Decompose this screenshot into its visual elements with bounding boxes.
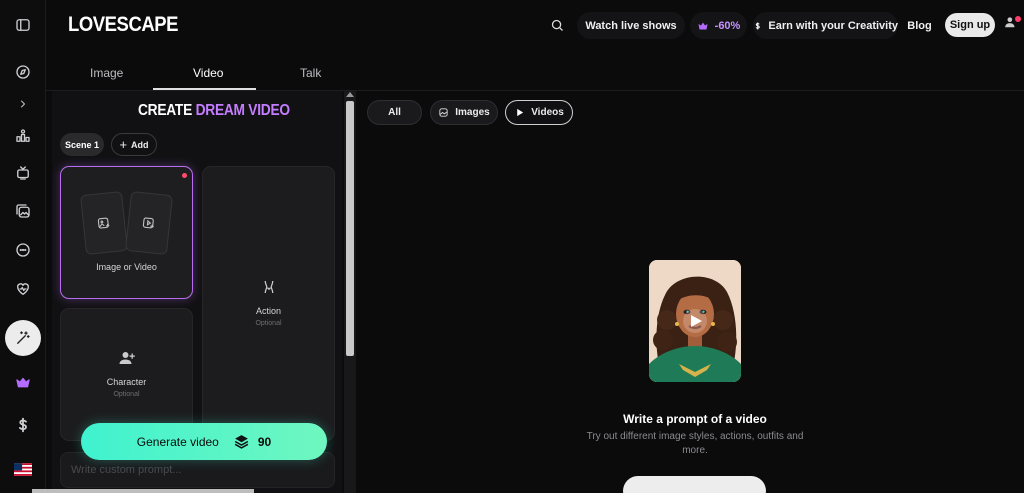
filter-all-label: All	[388, 107, 401, 118]
chevron-right-icon[interactable]	[0, 89, 46, 119]
image-or-video-label: Image or Video	[96, 262, 157, 272]
generate-video-label: Generate video	[136, 434, 219, 449]
filter-videos-label: Videos	[531, 107, 564, 118]
leaderboard-icon[interactable]	[0, 121, 46, 151]
tab-image[interactable]: Image	[90, 66, 123, 80]
tab-video[interactable]: Video	[193, 66, 223, 80]
panel-title: CREATE DREAM VIDEO	[138, 102, 290, 120]
required-dot	[182, 173, 187, 178]
filter-all[interactable]: All	[367, 100, 422, 125]
user-icon[interactable]	[1004, 15, 1024, 35]
crown-icon[interactable]	[0, 368, 46, 398]
panel-title-create: CREATE	[138, 102, 193, 119]
gallery-icon[interactable]	[0, 196, 46, 226]
panel-title-dream-video: DREAM VIDEO	[195, 102, 291, 119]
earn-button[interactable]: Earn with your Creativity	[753, 12, 898, 39]
empty-state-subtitle: Try out different image styles, actions,…	[586, 431, 804, 456]
image-or-video-card[interactable]: Image or Video	[60, 166, 193, 299]
sidebar-toggle-icon[interactable]	[0, 10, 46, 40]
sign-up-button[interactable]: Sign up	[945, 13, 995, 37]
tab-talk[interactable]: Talk	[300, 66, 321, 80]
blog-link[interactable]: Blog	[902, 12, 937, 39]
page-progress-bar	[32, 489, 254, 493]
logo[interactable]: LOVESCAPE	[68, 13, 178, 37]
watch-live-button[interactable]: Watch live shows	[577, 12, 685, 39]
video-upload-icon	[124, 190, 174, 256]
character-optional-label: Optional	[113, 391, 140, 398]
filter-images[interactable]: Images	[430, 100, 498, 125]
discount-button[interactable]: -60%	[690, 12, 747, 39]
notification-dot	[1015, 16, 1021, 22]
play-icon	[517, 108, 524, 117]
credits-badge: 90	[233, 433, 271, 450]
plus-icon: +	[119, 137, 128, 152]
panel-scrollbar-thumb[interactable]	[346, 101, 354, 356]
filter-images-label: Images	[455, 107, 490, 118]
add-character-icon	[118, 349, 136, 372]
generate-video-button[interactable]: Generate video 90	[81, 423, 327, 460]
action-icon	[260, 278, 278, 301]
scene-1-button[interactable]: Scene 1	[60, 133, 104, 156]
chat-icon[interactable]	[0, 235, 46, 265]
dollar-icon	[755, 21, 760, 30]
avatar-illustration	[649, 260, 741, 382]
tv-icon[interactable]	[0, 158, 46, 188]
character-label: Character	[106, 377, 147, 387]
us-flag-icon[interactable]	[0, 454, 46, 484]
watch-live-label: Watch live shows	[585, 19, 677, 32]
credits-stack-icon	[234, 435, 249, 449]
character-card[interactable]: Character Optional	[60, 308, 193, 441]
action-label: Action	[255, 306, 281, 316]
blog-label: Blog	[907, 19, 932, 32]
add-scene-label: Add	[131, 139, 149, 150]
image-icon	[439, 108, 448, 117]
compass-icon[interactable]	[0, 57, 46, 87]
add-scene-button[interactable]: + Add	[111, 133, 157, 156]
filter-videos[interactable]: Videos	[505, 100, 573, 125]
magic-wand-icon[interactable]	[5, 320, 41, 356]
empty-state-action-button[interactable]	[623, 476, 766, 493]
crown-icon	[698, 22, 708, 29]
empty-state-title: Write a prompt of a video	[623, 412, 767, 426]
sample-video-thumbnail[interactable]	[649, 260, 741, 382]
dollar-icon[interactable]	[0, 410, 46, 440]
action-optional-label: Optional	[255, 320, 282, 327]
credits-count: 90	[257, 434, 272, 449]
discount-label: -60%	[714, 19, 741, 32]
heart-icon[interactable]	[0, 274, 46, 304]
scroll-up-arrow[interactable]	[346, 92, 354, 97]
search-icon[interactable]	[545, 13, 569, 37]
image-upload-icon	[79, 190, 129, 256]
earn-label: Earn with your Creativity	[768, 19, 898, 32]
left-rail	[0, 0, 46, 493]
action-card[interactable]: Action Optional	[202, 166, 335, 441]
